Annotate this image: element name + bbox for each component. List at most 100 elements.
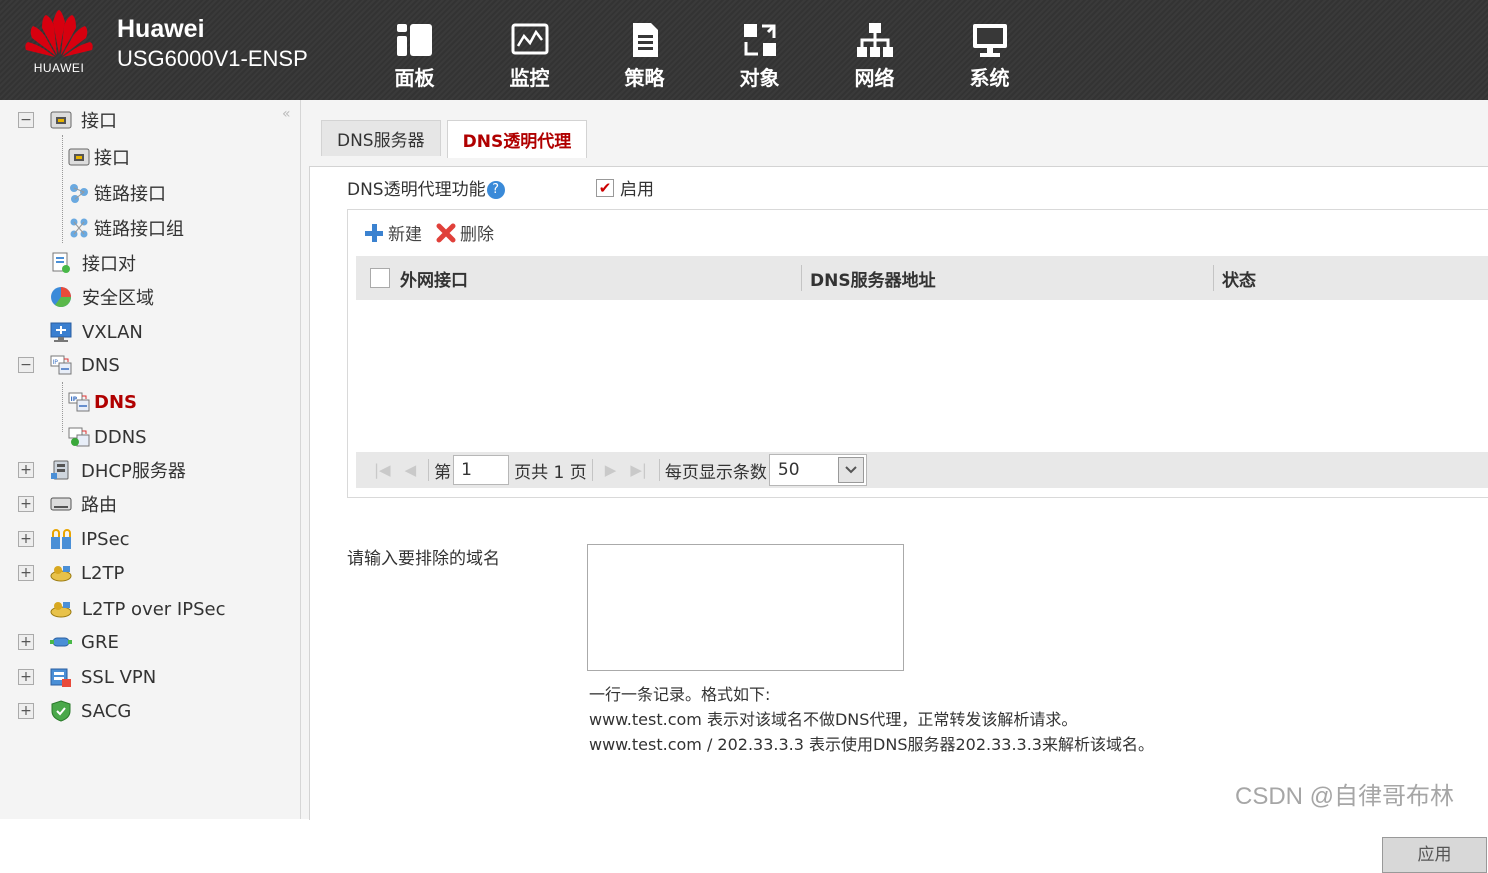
new-button[interactable]: 新建: [364, 220, 422, 245]
nav-network[interactable]: 网络: [817, 20, 932, 92]
sidebar-item-vxlan[interactable]: VXLAN: [50, 316, 143, 348]
sidebar-item-label: SSL VPN: [81, 666, 157, 688]
sidebar-item-label: 路由: [81, 495, 117, 516]
sidebar-item-l2tp-over-ipsec[interactable]: L2TP over IPSec: [50, 593, 225, 625]
column-dns-server-address[interactable]: DNS服务器地址: [802, 264, 1213, 292]
sidebar-item-link-interface[interactable]: 链路接口: [68, 177, 166, 209]
device-model: USG6000V1-ENSP: [117, 46, 308, 71]
dropdown-button[interactable]: [837, 457, 864, 483]
sidebar-item-ipsec[interactable]: + IPSec: [18, 523, 130, 555]
sidebar-item-label: DNS: [94, 391, 137, 413]
link-interface-icon: [70, 184, 88, 203]
sidebar-item-sacg[interactable]: + SACG: [18, 695, 131, 727]
nav-monitor[interactable]: 监控: [472, 20, 587, 92]
tree-connector: [62, 135, 63, 243]
collapse-toggle-icon[interactable]: −: [18, 112, 34, 128]
sidebar-item-ddns[interactable]: DDNS: [68, 421, 147, 453]
policy-icon: [632, 23, 658, 57]
expand-toggle-icon[interactable]: +: [18, 462, 34, 478]
exclude-domain-textarea[interactable]: [587, 544, 904, 671]
sidebar-item-label: 安全区域: [82, 288, 154, 309]
sidebar-item-link-group[interactable]: 链路接口组: [68, 212, 184, 244]
per-page-value: 50: [777, 460, 800, 480]
sidebar-item-route[interactable]: + 路由: [18, 488, 117, 520]
column-outbound-interface[interactable]: 外网接口: [356, 264, 801, 292]
apply-button[interactable]: 应用: [1382, 837, 1487, 873]
next-page-icon[interactable]: ▶: [605, 461, 617, 479]
sidebar-item-security-zone[interactable]: 安全区域: [50, 281, 154, 313]
select-all-checkbox[interactable]: [370, 268, 390, 288]
dns-icon: IP: [50, 355, 72, 375]
expand-toggle-icon[interactable]: +: [18, 496, 34, 512]
sidebar-item-label: 接口: [81, 111, 117, 132]
enable-checkbox-row[interactable]: ✔ 启用: [596, 175, 654, 200]
nav-policy[interactable]: 策略: [587, 20, 702, 92]
sidebar-item-label: VXLAN: [82, 321, 143, 343]
nav-dashboard[interactable]: 面板: [357, 20, 472, 92]
nav-label: 策略: [624, 66, 665, 90]
security-zone-icon: [51, 287, 71, 307]
logo-text: HUAWEI: [33, 61, 85, 75]
sidebar-item-label: DDNS: [94, 426, 147, 448]
grid-header: 外网接口 DNS服务器地址 状态: [356, 256, 1488, 300]
sidebar-item-label: DHCP服务器: [81, 461, 186, 482]
tab-bar: DNS服务器 DNS透明代理: [321, 120, 593, 158]
column-status[interactable]: 状态: [1214, 264, 1256, 292]
dns-icon: IP: [68, 392, 90, 412]
sidebar-item-label: 接口对: [82, 254, 136, 275]
ipsec-icon: [51, 529, 71, 549]
sidebar-item-ssl-vpn[interactable]: + SSL VPN: [18, 661, 156, 693]
huawei-logo-icon: [25, 10, 93, 57]
per-page-select[interactable]: 50: [768, 454, 867, 486]
tab-dns-server[interactable]: DNS服务器: [321, 120, 441, 156]
network-icon: [856, 23, 893, 57]
watermark: CSDN @自律哥布林: [1235, 783, 1455, 810]
sidebar-item-label: L2TP over IPSec: [82, 598, 226, 620]
sidebar-item-interface-pair[interactable]: 接口对: [50, 247, 136, 279]
feature-label: DNS透明代理功能?: [347, 175, 505, 200]
tab-dns-transparent-proxy[interactable]: DNS透明代理: [446, 120, 588, 158]
svg-text:IP: IP: [53, 359, 59, 366]
last-page-icon[interactable]: ▶|: [630, 461, 647, 479]
sidebar-item-gre[interactable]: + GRE: [18, 626, 119, 658]
sidebar-item-l2tp[interactable]: + L2TP: [18, 557, 124, 589]
proxy-grid: 新建 删除 外网接口 DNS服务器地址 状态 |◀ ◀ 第 1 页共 1 页 ▶…: [347, 209, 1488, 498]
expand-toggle-icon[interactable]: +: [18, 669, 34, 685]
sidebar-item-label: 接口: [94, 148, 130, 169]
expand-toggle-icon[interactable]: +: [18, 634, 34, 650]
hint-line: 一行一条记录。格式如下:: [589, 685, 771, 704]
sidebar-item-dhcp[interactable]: + DHCP服务器: [18, 454, 186, 486]
exclude-hint: 一行一条记录。格式如下: www.test.com 表示对该域名不做DNS代理，…: [589, 682, 1154, 757]
expand-toggle-icon[interactable]: +: [18, 703, 34, 719]
nav-system[interactable]: 系统: [932, 20, 1047, 92]
nav-label: 系统: [969, 66, 1010, 90]
main-nav: 面板 监控 策略 对象 网络 系统: [357, 20, 1047, 92]
nav-label: 监控: [509, 66, 550, 90]
expand-toggle-icon[interactable]: +: [18, 531, 34, 547]
first-page-icon[interactable]: |◀: [374, 461, 391, 479]
enable-checkbox[interactable]: ✔: [596, 178, 614, 197]
sidebar-item-label: L2TP: [81, 562, 125, 584]
collapse-toggle-icon[interactable]: −: [18, 357, 34, 373]
sidebar-item-dns[interactable]: IP DNS: [68, 386, 137, 418]
sidebar-collapse-button[interactable]: «: [282, 106, 291, 122]
page-prefix: 第: [434, 462, 452, 483]
sidebar-item-interface-group[interactable]: − 接口: [18, 104, 117, 136]
sidebar-item-label: SACG: [81, 700, 132, 722]
dhcp-icon: [51, 460, 69, 480]
expand-toggle-icon[interactable]: +: [18, 565, 34, 581]
sidebar: « − 接口 接口 链路接口 链路接口组 接口对 安全区域 VXLAN − IP…: [0, 100, 301, 819]
exclude-domain-label: 请输入要排除的域名: [347, 549, 500, 569]
prev-page-icon[interactable]: ◀: [405, 461, 417, 479]
grid-pager: |◀ ◀ 第 1 页共 1 页 ▶ ▶| 每页显示条数 50: [356, 452, 1488, 488]
delete-button[interactable]: 删除: [436, 220, 494, 245]
chevron-down-icon: [845, 466, 857, 474]
pager-separator: [591, 459, 593, 481]
sacg-icon: [51, 700, 71, 722]
page-number-input[interactable]: 1: [453, 455, 510, 485]
sidebar-item-interface[interactable]: 接口: [68, 141, 130, 173]
brand: Huawei USG6000V1-ENSP: [117, 14, 308, 74]
help-icon[interactable]: ?: [486, 181, 505, 199]
nav-object[interactable]: 对象: [702, 20, 817, 92]
sidebar-item-dns-group[interactable]: − IP DNS: [18, 349, 120, 381]
